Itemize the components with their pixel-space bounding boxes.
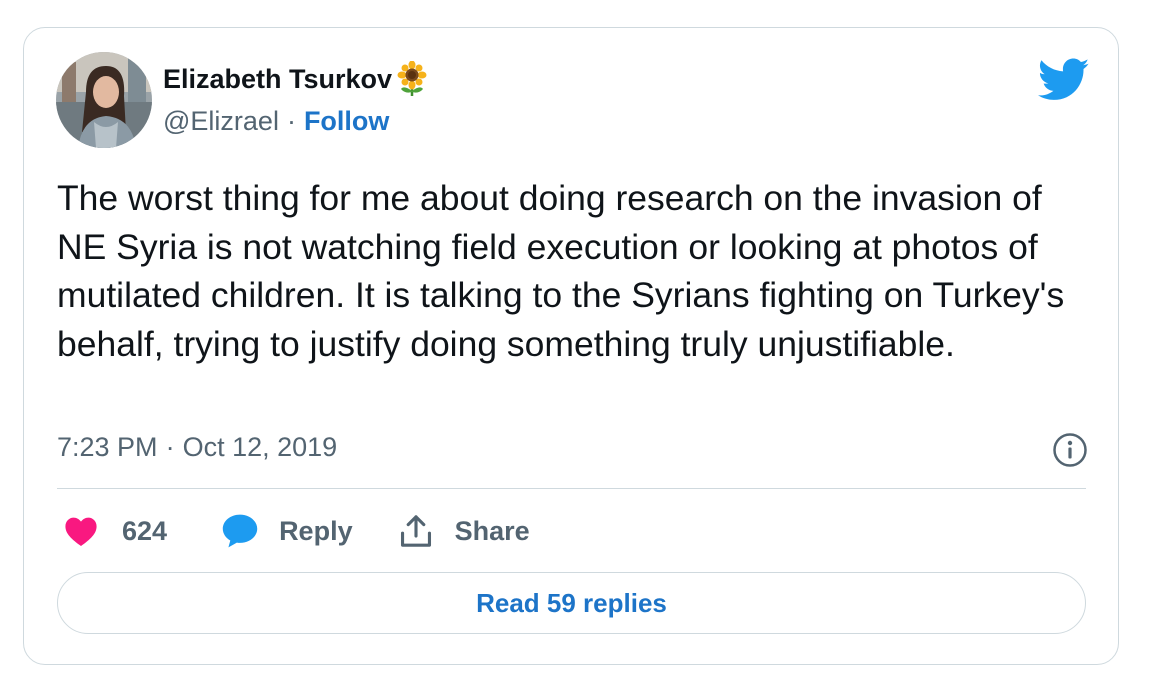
avatar[interactable]	[56, 52, 152, 148]
tweet-time: 7:23 PM	[57, 432, 158, 462]
display-name[interactable]: Elizabeth Tsurkov	[163, 64, 392, 95]
tweet-timestamp[interactable]: 7:23 PM · Oct 12, 2019	[57, 432, 337, 463]
sunflower-icon	[395, 60, 429, 97]
action-bar: 624 Reply Share	[64, 508, 530, 554]
handle-row: @Elizrael · Follow	[163, 106, 389, 137]
reply-button[interactable]: Reply	[221, 513, 353, 549]
read-replies-button[interactable]: Read 59 replies	[57, 572, 1086, 634]
follow-button[interactable]: Follow	[304, 106, 389, 137]
tweet-text: The worst thing for me about doing resea…	[57, 178, 1065, 364]
user-handle[interactable]: @Elizrael	[163, 106, 279, 137]
tweet-date: Oct 12, 2019	[182, 432, 338, 462]
like-count: 624	[122, 515, 168, 546]
info-icon[interactable]	[1052, 432, 1088, 468]
name-row: Elizabeth Tsurkov	[163, 60, 429, 97]
twitter-bird-icon[interactable]	[1037, 58, 1090, 102]
share-button[interactable]: Share	[399, 513, 530, 549]
speech-bubble-icon	[221, 513, 259, 549]
handle-separator: ·	[286, 106, 296, 136]
tweet-card: Elizabeth Tsurkov @Elizrael · Follow The…	[23, 27, 1119, 665]
heart-icon	[64, 515, 98, 547]
share-upload-icon	[399, 513, 433, 549]
timestamp-separator: ·	[165, 432, 175, 462]
like-button[interactable]: 624	[64, 515, 167, 547]
divider	[57, 488, 1086, 489]
share-label: Share	[454, 515, 530, 546]
reply-label: Reply	[279, 515, 353, 546]
